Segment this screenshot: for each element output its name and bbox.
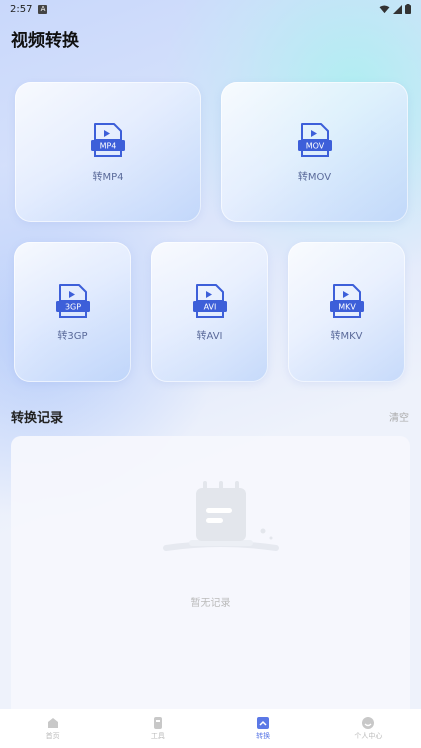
- video-file-icon: 3GP: [55, 283, 91, 319]
- notification-icon: A: [38, 4, 48, 14]
- empty-notebook-icon: [161, 476, 281, 556]
- format-tag: MKV: [338, 302, 356, 311]
- convert-3gp-card[interactable]: 3GP 转3GP: [14, 242, 131, 382]
- page-title: 视频转换: [11, 31, 79, 51]
- video-file-icon: MOV: [297, 122, 333, 158]
- tab-label: 工具: [150, 732, 165, 740]
- wifi-icon: [379, 4, 390, 13]
- convert-avi-card[interactable]: AVI 转AVI: [151, 242, 268, 382]
- card-label: 转3GP: [57, 330, 88, 342]
- format-tag: MOV: [305, 141, 324, 150]
- battery-icon: [405, 4, 411, 14]
- status-time: 2:57: [10, 3, 33, 15]
- status-bar: 2:57 A: [0, 0, 421, 18]
- card-label: 转AVI: [196, 330, 223, 342]
- convert-mov-card[interactable]: MOV 转MOV: [221, 82, 408, 222]
- profile-icon: [362, 717, 375, 729]
- tab-label: 首页: [45, 732, 60, 740]
- convert-icon: [257, 717, 270, 729]
- tab-home[interactable]: 首页: [0, 709, 105, 748]
- tab-profile[interactable]: 个人中心: [316, 709, 421, 748]
- empty-text: 暂无记录: [190, 598, 231, 609]
- card-label: 转MOV: [297, 171, 332, 183]
- tools-icon: [153, 717, 162, 729]
- history-title: 转换记录: [11, 411, 64, 426]
- format-tag: MP4: [100, 141, 117, 150]
- signal-icon: [393, 4, 402, 14]
- tab-label: 个人中心: [354, 732, 383, 740]
- records-panel: 暂无记录: [11, 436, 410, 726]
- tab-label: 转换: [256, 732, 271, 740]
- tab-tools[interactable]: 工具: [105, 709, 210, 748]
- video-file-icon: MP4: [90, 122, 126, 158]
- video-file-icon: AVI: [192, 283, 228, 319]
- tab-convert[interactable]: 转换: [211, 709, 316, 748]
- bottom-tab-bar: 首页 工具 转换 个人中心: [0, 709, 421, 748]
- card-label: 转MP4: [92, 171, 124, 183]
- format-tag: AVI: [203, 302, 216, 311]
- convert-mkv-card[interactable]: MKV 转MKV: [288, 242, 405, 382]
- format-tag: 3GP: [64, 302, 80, 311]
- convert-mp4-card[interactable]: MP4 转MP4: [15, 82, 201, 222]
- home-icon: [47, 718, 58, 728]
- card-label: 转MKV: [330, 330, 363, 342]
- clear-button[interactable]: 清空: [389, 409, 409, 424]
- video-file-icon: MKV: [329, 283, 365, 319]
